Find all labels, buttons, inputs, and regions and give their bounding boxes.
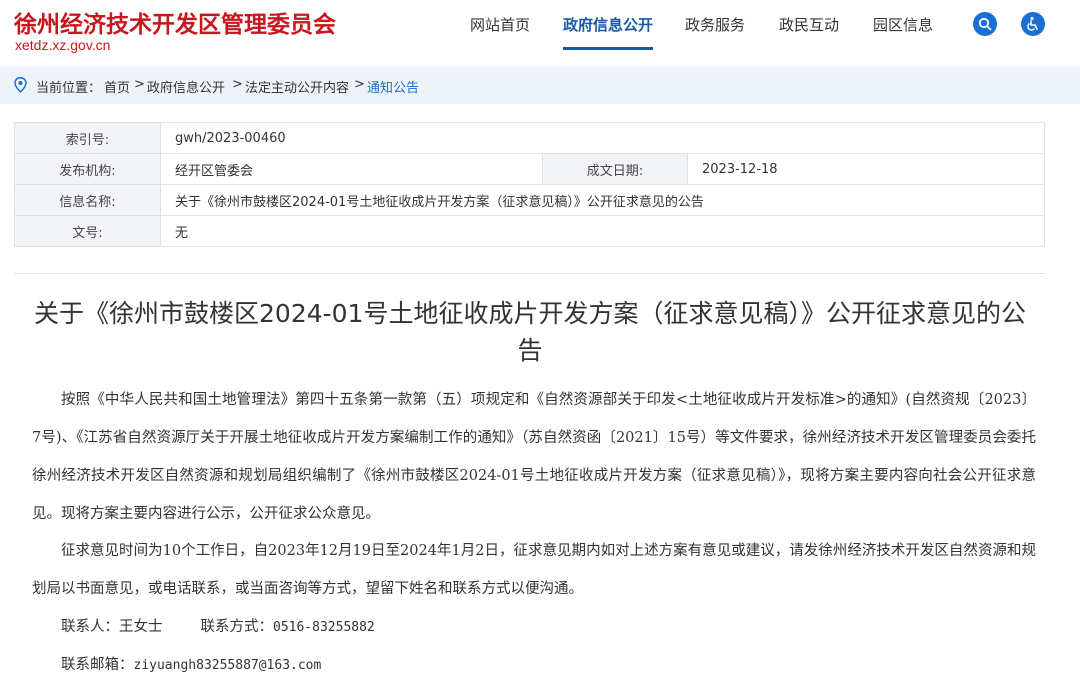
date-label: 成文日期: bbox=[542, 153, 688, 185]
nav-services[interactable]: 政务服务 bbox=[685, 14, 745, 35]
contact-name: 王女士 bbox=[119, 619, 163, 635]
site-domain: xetdz.xz.gov.cn bbox=[15, 37, 111, 53]
breadcrumb-sep: > bbox=[134, 77, 145, 92]
article-paragraph-2: 征求意见时间为10个工作日，自2023年12月19日至2024年1月2日，征求意… bbox=[32, 543, 1036, 597]
index-value: gwh/2023-00460 bbox=[160, 122, 1045, 154]
site-header: 徐州经济技术开发区管理委员会 xetdz.xz.gov.cn 网站首页 政府信息… bbox=[0, 0, 1080, 66]
accessibility-icon[interactable] bbox=[1021, 12, 1045, 36]
breadcrumb-sep: > bbox=[232, 77, 243, 92]
breadcrumb: 当前位置： 首页 > 政府信息公开 > 法定主动公开内容 > 通知公告 bbox=[0, 66, 1080, 104]
org-label: 发布机构: bbox=[14, 153, 161, 185]
index-label: 索引号: bbox=[14, 122, 161, 154]
breadcrumb-notices[interactable]: 通知公告 bbox=[367, 77, 419, 96]
nav-park-info[interactable]: 园区信息 bbox=[873, 14, 933, 35]
date-value: 2023-12-18 bbox=[687, 153, 1045, 185]
doc-number-value: 无 bbox=[160, 215, 1045, 247]
nav-interaction[interactable]: 政民互动 bbox=[779, 14, 839, 35]
divider bbox=[14, 273, 1045, 274]
nav-home[interactable]: 网站首页 bbox=[470, 14, 530, 35]
contact-line: 联系人：王女士 联系方式：0516-83255882 bbox=[32, 608, 1036, 647]
email-line: 联系邮箱：ziyuangh83255887@163.com bbox=[32, 646, 1036, 685]
article-paragraph-1: 按照《中华人民共和国土地管理法》第四十五条第一款第（五）项规定和《自然资源部关于… bbox=[32, 392, 1036, 522]
email-label: 联系邮箱： bbox=[61, 657, 134, 673]
breadcrumb-prefix: 当前位置： bbox=[36, 81, 102, 96]
breadcrumb-gov-info[interactable]: 政府信息公开 bbox=[147, 77, 225, 96]
breadcrumb-legal-content[interactable]: 法定主动公开内容 bbox=[245, 77, 349, 96]
search-icon[interactable] bbox=[973, 12, 997, 36]
breadcrumb-home[interactable]: 首页 bbox=[104, 77, 130, 96]
email-value[interactable]: ziyuangh83255887@163.com bbox=[134, 658, 322, 673]
breadcrumb-sep: > bbox=[354, 77, 365, 92]
phone-label: 联系方式： bbox=[200, 619, 274, 635]
phone-value: 0516-83255882 bbox=[273, 620, 375, 635]
info-table: 索引号: gwh/2023-00460 发布机构: 经开区管委会 成文日期: 2… bbox=[14, 122, 1045, 247]
nav-gov-info[interactable]: 政府信息公开 bbox=[563, 14, 654, 50]
doc-number-label: 文号: bbox=[14, 215, 161, 247]
name-label: 信息名称: bbox=[14, 184, 161, 216]
location-pin-icon bbox=[14, 77, 27, 97]
contact-label: 联系人： bbox=[61, 619, 119, 635]
name-value: 关于《徐州市鼓楼区2024-01号土地征收成片开发方案（征求意见稿）》公开征求意… bbox=[160, 184, 1045, 216]
site-title[interactable]: 徐州经济技术开发区管理委员会 bbox=[14, 5, 336, 39]
org-value: 经开区管委会 bbox=[160, 153, 543, 185]
article-title: 关于《徐州市鼓楼区2024-01号土地征收成片开发方案（征求意见稿）》公开征求意… bbox=[34, 299, 1026, 365]
